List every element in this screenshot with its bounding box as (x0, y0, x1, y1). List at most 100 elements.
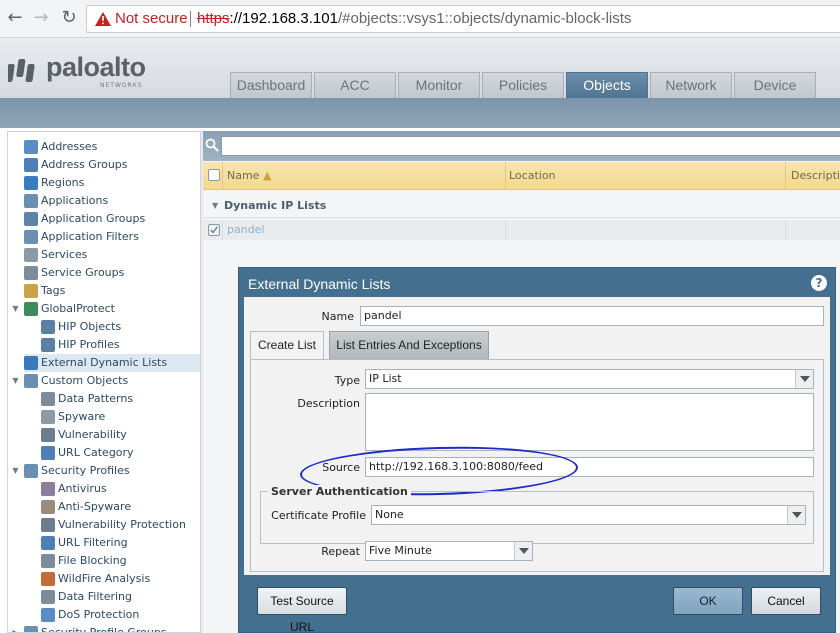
type-select[interactable]: IP List (365, 369, 814, 389)
filter-input[interactable] (221, 136, 840, 156)
sidebar-item-external-dynamic-lists[interactable]: External Dynamic Lists (24, 354, 200, 372)
browser-toolbar: ← → ↻ Not secure https://192.168.3.101/#… (0, 0, 840, 38)
sidebar-item-security-profiles[interactable]: Security Profiles (24, 462, 200, 480)
sidebar-item-label: Application Groups (41, 212, 146, 225)
type-select-value: IP List (369, 372, 402, 385)
chevron-down-icon[interactable] (787, 506, 805, 524)
address-groups-icon (24, 158, 38, 172)
column-description-header[interactable]: Description (791, 162, 840, 190)
sidebar-item-vulnerability[interactable]: Vulnerability (41, 426, 200, 444)
repeat-select[interactable]: Five Minute (365, 541, 533, 561)
name-label: Name (321, 310, 354, 323)
reload-icon[interactable]: ↻ (58, 7, 80, 29)
forward-arrow-icon[interactable]: → (30, 7, 52, 29)
sidebar-item-data-filtering[interactable]: Data Filtering (41, 588, 200, 606)
certificate-profile-select[interactable]: None (371, 505, 806, 525)
hip-profiles-icon (41, 338, 55, 352)
addresses-icon (24, 140, 38, 154)
sidebar-item-regions[interactable]: Regions (24, 174, 200, 192)
paloalto-logo-icon (8, 59, 35, 82)
back-arrow-icon[interactable]: ← (4, 7, 26, 29)
custom-objects-icon (24, 374, 38, 388)
sidebar-item-antivirus[interactable]: Antivirus (41, 480, 200, 498)
sidebar-item-label: Data Filtering (58, 590, 133, 603)
sidebar-item-data-patterns[interactable]: Data Patterns (41, 390, 200, 408)
dialog-title: External Dynamic Lists (248, 276, 391, 292)
cancel-button[interactable]: Cancel (751, 587, 821, 615)
description-textarea[interactable] (365, 393, 814, 451)
application-groups-icon (24, 212, 38, 226)
group-row[interactable]: ▼ Dynamic IP Lists (203, 194, 840, 218)
sidebar-item-services[interactable]: Services (24, 246, 200, 264)
main-tabs: Dashboard ACC Monitor Policies Objects N… (230, 72, 816, 98)
tab-device[interactable]: Device (734, 72, 816, 98)
sidebar-item-custom-objects[interactable]: Custom Objects (24, 372, 200, 390)
sidebar-item-label: File Blocking (58, 554, 127, 567)
tab-list-entries-and-exceptions[interactable]: List Entries And Exceptions (329, 331, 489, 359)
tab-network[interactable]: Network (650, 72, 732, 98)
certificate-profile-value: None (375, 508, 404, 521)
row-name-cell[interactable]: pandel (227, 220, 265, 240)
sidebar-item-url-filtering[interactable]: URL Filtering (41, 534, 200, 552)
sidebar-item-label: URL Category (58, 446, 134, 459)
help-icon[interactable]: ? (811, 275, 827, 291)
tab-acc[interactable]: ACC (314, 72, 396, 98)
tree-toggle-icon[interactable]: ▼ (11, 376, 20, 385)
anti-spyware-icon (41, 500, 55, 514)
sidebar-item-url-category[interactable]: URL Category (41, 444, 200, 462)
tree-toggle-icon[interactable]: ▶ (11, 628, 20, 632)
grid-header: Name ▲ Location Description (203, 162, 840, 190)
sidebar-item-label: HIP Objects (58, 320, 122, 333)
tab-policies[interactable]: Policies (482, 72, 564, 98)
brand-name: paloalto (46, 52, 146, 82)
sidebar-item-application-filters[interactable]: Application Filters (24, 228, 200, 246)
tab-create-list[interactable]: Create List (250, 331, 324, 359)
table-row[interactable]: pandel (203, 220, 840, 240)
name-input[interactable]: pandel (360, 306, 824, 326)
repeat-select-value: Five Minute (369, 544, 432, 557)
sidebar-item-wildfire-analysis[interactable]: WildFire Analysis (41, 570, 200, 588)
address-bar[interactable]: Not secure https://192.168.3.101/#object… (86, 5, 840, 33)
column-name-header[interactable]: Name ▲ (227, 162, 271, 190)
sidebar-item-address-groups[interactable]: Address Groups (24, 156, 200, 174)
tab-objects[interactable]: Objects (566, 72, 648, 98)
tab-dashboard[interactable]: Dashboard (230, 72, 312, 98)
sidebar-item-label: DoS Protection (58, 608, 140, 621)
server-authentication-legend: Server Authentication (268, 485, 411, 498)
sidebar-item-addresses[interactable]: Addresses (24, 138, 200, 156)
sidebar-item-vulnerability-protection[interactable]: Vulnerability Protection (41, 516, 200, 534)
sidebar-item-hip-objects[interactable]: HIP Objects (41, 318, 200, 336)
tree-toggle-icon[interactable]: ▼ (11, 466, 20, 475)
chevron-down-icon[interactable] (795, 370, 813, 388)
sidebar-item-label: Anti-Spyware (58, 500, 132, 513)
certificate-profile-label: Certificate Profile (271, 509, 366, 522)
sidebar-item-file-blocking[interactable]: File Blocking (41, 552, 200, 570)
tree-toggle-icon[interactable]: ▼ (11, 304, 20, 313)
select-all-checkbox[interactable] (208, 169, 220, 181)
chevron-down-icon[interactable] (514, 542, 532, 560)
sidebar-item-dos-protection[interactable]: DoS Protection (41, 606, 200, 624)
sidebar-item-spyware[interactable]: Spyware (41, 408, 200, 426)
url-separator (190, 11, 191, 27)
sidebar-item-service-groups[interactable]: Service Groups (24, 264, 200, 282)
sidebar-item-label: Data Patterns (58, 392, 134, 405)
data-patterns-icon (41, 392, 55, 406)
collapse-icon[interactable]: ▼ (212, 194, 218, 218)
tab-monitor[interactable]: Monitor (398, 72, 480, 98)
sidebar-item-tags[interactable]: Tags (24, 282, 200, 300)
sidebar-item-applications[interactable]: Applications (24, 192, 200, 210)
sidebar-item-application-groups[interactable]: Application Groups (24, 210, 200, 228)
row-checkbox[interactable] (208, 224, 220, 236)
sidebar-item-label: Vulnerability Protection (58, 518, 186, 531)
sidebar-item-hip-profiles[interactable]: HIP Profiles (41, 336, 200, 354)
warning-triangle-icon (95, 12, 111, 26)
sidebar-item-security-profile-groups[interactable]: Security Profile Groups (24, 624, 200, 632)
app-header: paloalto NETWORKS Dashboard ACC Monitor … (0, 38, 840, 98)
brand-subtitle: NETWORKS (100, 82, 143, 89)
ok-button[interactable]: OK (673, 587, 743, 615)
not-secure-label: Not secure (115, 10, 188, 27)
column-location-header[interactable]: Location (509, 162, 556, 190)
test-source-url-button[interactable]: Test Source URL (257, 587, 347, 633)
sidebar-item-anti-spyware[interactable]: Anti-Spyware (41, 498, 200, 516)
sidebar-item-globalprotect[interactable]: GlobalProtect (24, 300, 200, 318)
